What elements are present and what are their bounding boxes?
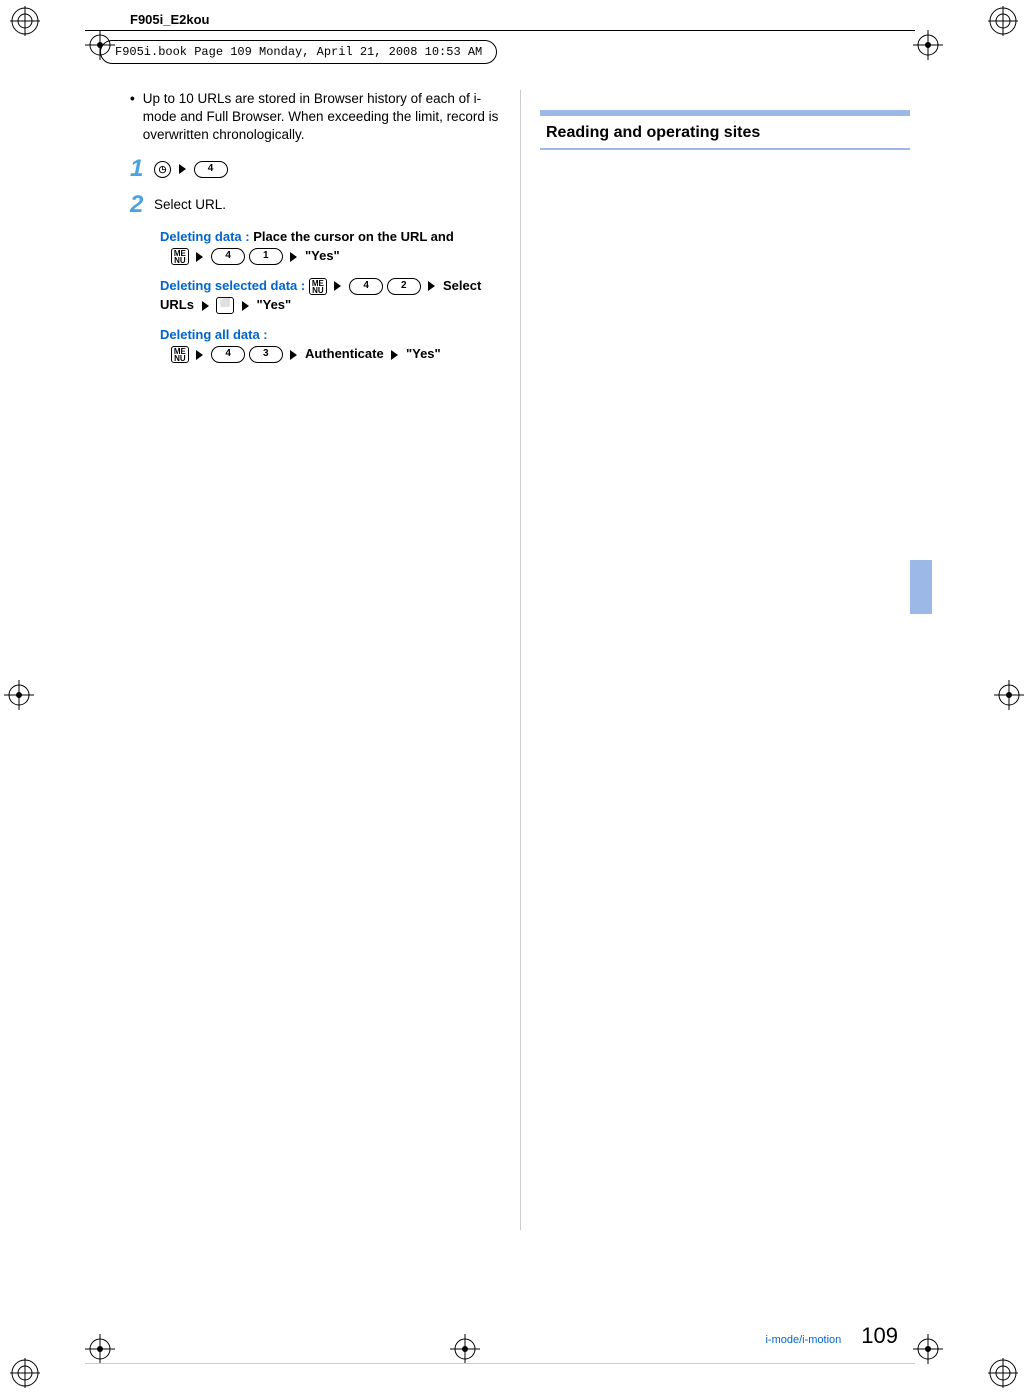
sub-label: Deleting selected data : xyxy=(160,278,305,293)
registration-mark-icon xyxy=(988,6,1018,36)
registration-mark-icon xyxy=(10,1358,40,1388)
step-text: Select URL. xyxy=(154,191,500,212)
step-number: 1 xyxy=(130,155,154,183)
column-divider xyxy=(520,90,521,1230)
left-column: • Up to 10 URLs are stored in Browser hi… xyxy=(130,90,520,1320)
print-metadata: F905i.book Page 109 Monday, April 21, 20… xyxy=(100,40,497,64)
arrow-icon xyxy=(196,252,203,262)
clock-icon: ◷ xyxy=(154,161,171,178)
yes-text: "Yes" xyxy=(305,248,340,263)
page-content: • Up to 10 URLs are stored in Browser hi… xyxy=(130,90,910,1320)
registration-mark-icon xyxy=(994,680,1024,710)
sub-text: Place the cursor on the URL and xyxy=(253,229,454,244)
menu-icon: MENU xyxy=(171,346,189,363)
page-footer: i-mode/i-motion 109 xyxy=(765,1323,898,1349)
sub-label: Deleting all data : xyxy=(160,327,268,342)
arrow-icon xyxy=(179,164,186,174)
keypad-4-icon: 4 xyxy=(349,278,383,295)
yes-text: "Yes" xyxy=(406,346,441,361)
keypad-4-icon: 4 xyxy=(211,248,245,265)
keypad-2-icon: 2 xyxy=(387,278,421,295)
note-text: Up to 10 URLs are stored in Browser hist… xyxy=(143,90,500,145)
footer-rule xyxy=(85,1363,915,1364)
arrow-icon xyxy=(334,281,341,291)
section-header: Reading and operating sites xyxy=(540,110,910,150)
step-number: 2 xyxy=(130,191,154,219)
sub-label: Deleting data : xyxy=(160,229,250,244)
keypad-1-icon: 1 xyxy=(249,248,283,265)
keypad-4-icon: 4 xyxy=(211,346,245,363)
registration-mark-icon xyxy=(450,1334,480,1364)
registration-mark-icon xyxy=(4,680,34,710)
step-2: 2 Select URL. xyxy=(130,191,500,219)
registration-mark-icon xyxy=(85,30,115,60)
phonebook-icon: ⬜ xyxy=(216,297,234,314)
arrow-icon xyxy=(428,281,435,291)
registration-mark-icon xyxy=(913,1334,943,1364)
deleting-data-block: Deleting data : Place the cursor on the … xyxy=(130,227,500,266)
keypad-4-icon: 4 xyxy=(194,161,228,178)
registration-mark-icon xyxy=(85,1334,115,1364)
arrow-icon xyxy=(202,301,209,311)
arrow-icon xyxy=(391,350,398,360)
footer-section: i-mode/i-motion xyxy=(765,1334,841,1346)
arrow-icon xyxy=(290,350,297,360)
deleting-all-block: Deleting all data : MENU 4 3 Authenticat… xyxy=(130,325,500,364)
note-bullet: • Up to 10 URLs are stored in Browser hi… xyxy=(130,90,500,145)
arrow-icon xyxy=(242,301,249,311)
yes-text: "Yes" xyxy=(256,297,291,312)
step-1: 1 ◷ 4 xyxy=(130,155,500,183)
menu-icon: MENU xyxy=(309,278,327,295)
registration-mark-icon xyxy=(913,30,943,60)
arrow-icon xyxy=(196,350,203,360)
keypad-3-icon: 3 xyxy=(249,346,283,363)
section-title: Reading and operating sites xyxy=(540,116,910,148)
bullet-icon: • xyxy=(130,90,135,145)
authenticate-text: Authenticate xyxy=(305,346,384,361)
menu-icon: MENU xyxy=(171,248,189,265)
document-label: F905i_E2kou xyxy=(130,12,210,27)
header-bar-thin xyxy=(540,148,910,150)
page-number: 109 xyxy=(861,1323,898,1349)
registration-mark-icon xyxy=(988,1358,1018,1388)
right-column: Reading and operating sites xyxy=(520,90,910,1320)
header-rule xyxy=(85,30,915,31)
arrow-icon xyxy=(290,252,297,262)
section-tab xyxy=(910,560,932,614)
registration-mark-icon xyxy=(10,6,40,36)
deleting-selected-block: Deleting selected data : MENU 4 2 Select… xyxy=(130,276,500,315)
